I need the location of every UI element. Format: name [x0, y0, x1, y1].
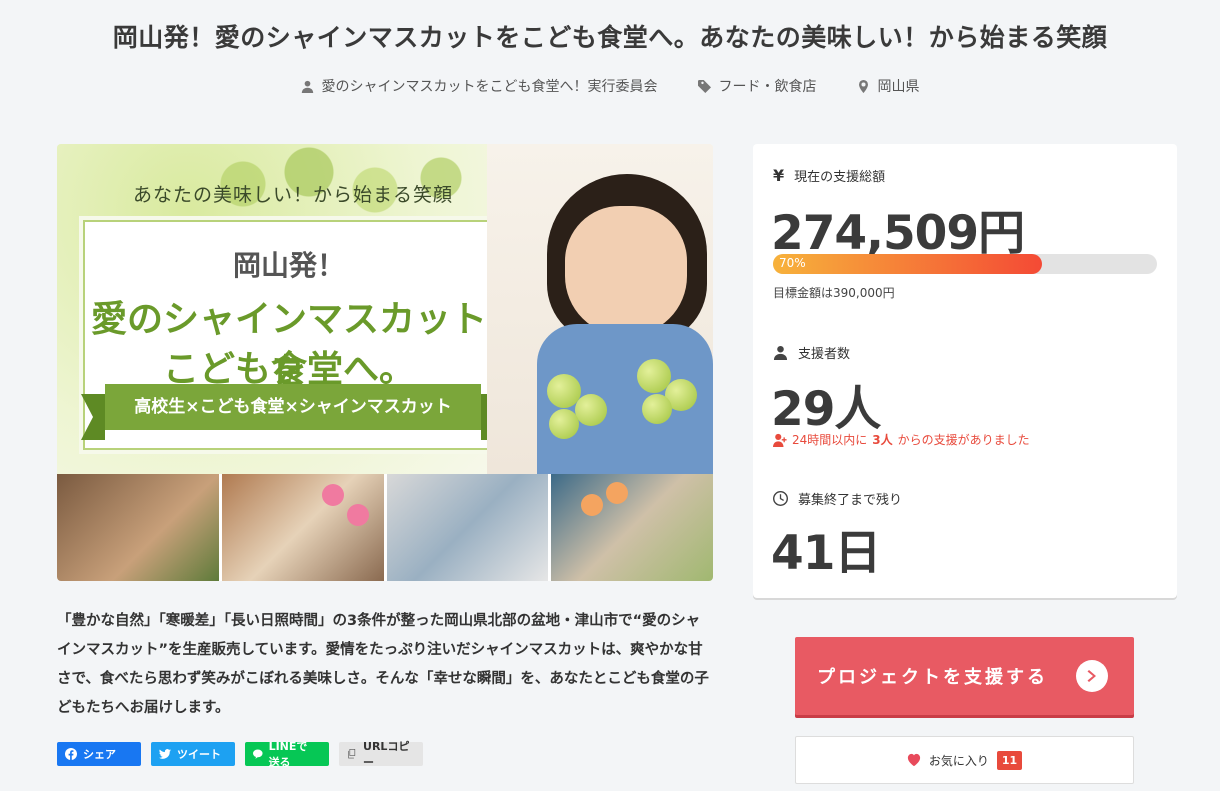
- recent-support-notice: 24時間以内に 3人 からの支援がありました: [773, 431, 1030, 448]
- page-title: 岡山発！愛のシャインマスカットをこども食堂へ。あなたの美味しい！から始まる笑顔: [112, 23, 1108, 52]
- support-project-label: プロジェクトを支援する: [817, 667, 1048, 688]
- user-icon: [773, 345, 788, 360]
- amount-label-text: 現在の支援総額: [794, 170, 886, 185]
- user-icon: [301, 80, 313, 93]
- favorite-button[interactable]: お気に入り 11: [795, 736, 1134, 784]
- line-share-label: LINEで送る: [268, 740, 308, 769]
- tag-icon: [697, 79, 711, 93]
- owner-name: 愛のシャインマスカットをこども食堂へ！実行委員会: [321, 79, 658, 95]
- progress-percent: 70%: [779, 256, 806, 270]
- copy-icon: [348, 748, 356, 759]
- funding-stats-card: ¥ 現在の支援総額 274,509円 70% 目標金額は390,000円 支援者…: [753, 144, 1177, 598]
- supporters-label-text: 支援者数: [798, 347, 851, 362]
- hero-ribbon: 高校生×こども食堂×シャインマスカット: [81, 384, 505, 440]
- project-meta: 愛のシャインマスカットをこども食堂へ！実行委員会 フード・飲食店 岡山県: [0, 76, 1220, 96]
- project-hero-image: あなたの美味しい！から始まる笑顔 岡山発！ 愛のシャインマスカットを こども食堂…: [57, 144, 713, 581]
- progress-bar: 70%: [773, 254, 1157, 274]
- facebook-icon: [65, 748, 77, 760]
- girl-face: [565, 206, 687, 336]
- hero-tagline: あなたの美味しい！から始まる笑顔: [133, 184, 454, 206]
- remaining-label: 募集終了まで残り: [773, 489, 902, 508]
- grape: [575, 394, 607, 426]
- recent-suffix: からの支援がありました: [897, 433, 1030, 447]
- chevron-right-icon: [1076, 660, 1108, 692]
- support-project-button[interactable]: プロジェクトを支援する: [795, 637, 1134, 715]
- facebook-share-button[interactable]: シェア: [57, 742, 141, 766]
- location-link[interactable]: 岡山県: [857, 76, 920, 96]
- line-icon: [253, 749, 263, 759]
- face-mask-heart: [321, 484, 344, 506]
- clock-icon: [773, 491, 788, 506]
- face-mask-heart: [606, 482, 629, 504]
- remaining-label-text: 募集終了まで残り: [798, 493, 903, 508]
- location-name: 岡山県: [877, 79, 920, 95]
- amount-label: ¥ 現在の支援総額: [773, 166, 885, 185]
- kids-photo: [221, 474, 384, 581]
- project-description: 「豊かな自然」「寒暖差」「長い日照時間」の3条件が整った岡山県北部の盆地・津山市…: [57, 613, 709, 716]
- supporters-label: 支援者数: [773, 343, 850, 362]
- kids-photo: [57, 474, 219, 581]
- girl-photo: [487, 144, 713, 474]
- twitter-share-label: ツイート: [177, 748, 221, 761]
- kids-photo: [386, 474, 549, 581]
- share-buttons: シェア ツイート LINEで送る URLコピー: [57, 740, 423, 769]
- favorite-label: お気に入り: [928, 753, 989, 768]
- category-name: フード・飲食店: [718, 79, 817, 95]
- url-copy-button[interactable]: URLコピー: [339, 740, 423, 769]
- photo-strip: [57, 474, 713, 581]
- twitter-share-button[interactable]: ツイート: [151, 742, 235, 766]
- recent-count: 3人: [872, 433, 893, 447]
- twitter-icon: [159, 749, 171, 759]
- facebook-share-label: シェア: [83, 748, 116, 761]
- user-plus-icon: [773, 433, 787, 447]
- progress-fill: 70%: [773, 254, 1042, 274]
- supporters-value: 29人: [771, 382, 881, 437]
- goal-amount: 目標金額は390,000円: [773, 286, 895, 300]
- face-mask-heart: [346, 504, 369, 526]
- url-copy-label: URLコピー: [363, 740, 410, 769]
- hero-title-line1: 岡山発！: [232, 249, 345, 282]
- heart-icon: [907, 753, 920, 767]
- map-pin-icon: [858, 79, 868, 93]
- face-mask-heart: [581, 494, 604, 516]
- favorite-count-badge: 11: [996, 750, 1023, 770]
- grape: [642, 394, 672, 424]
- recent-prefix: 24時間以内に: [792, 433, 868, 447]
- line-share-button[interactable]: LINEで送る: [245, 740, 329, 769]
- yen-icon: ¥: [773, 166, 785, 185]
- hero-banner: あなたの美味しい！から始まる笑顔 岡山発！ 愛のシャインマスカットを こども食堂…: [57, 144, 713, 474]
- owner-link[interactable]: 愛のシャインマスカットをこども食堂へ！実行委員会: [301, 76, 658, 96]
- remaining-value: 41日: [771, 526, 881, 581]
- amount-value: 274,509円: [771, 206, 1025, 261]
- category-link[interactable]: フード・飲食店: [697, 76, 817, 96]
- grape: [549, 409, 579, 439]
- kids-photo: [551, 474, 713, 581]
